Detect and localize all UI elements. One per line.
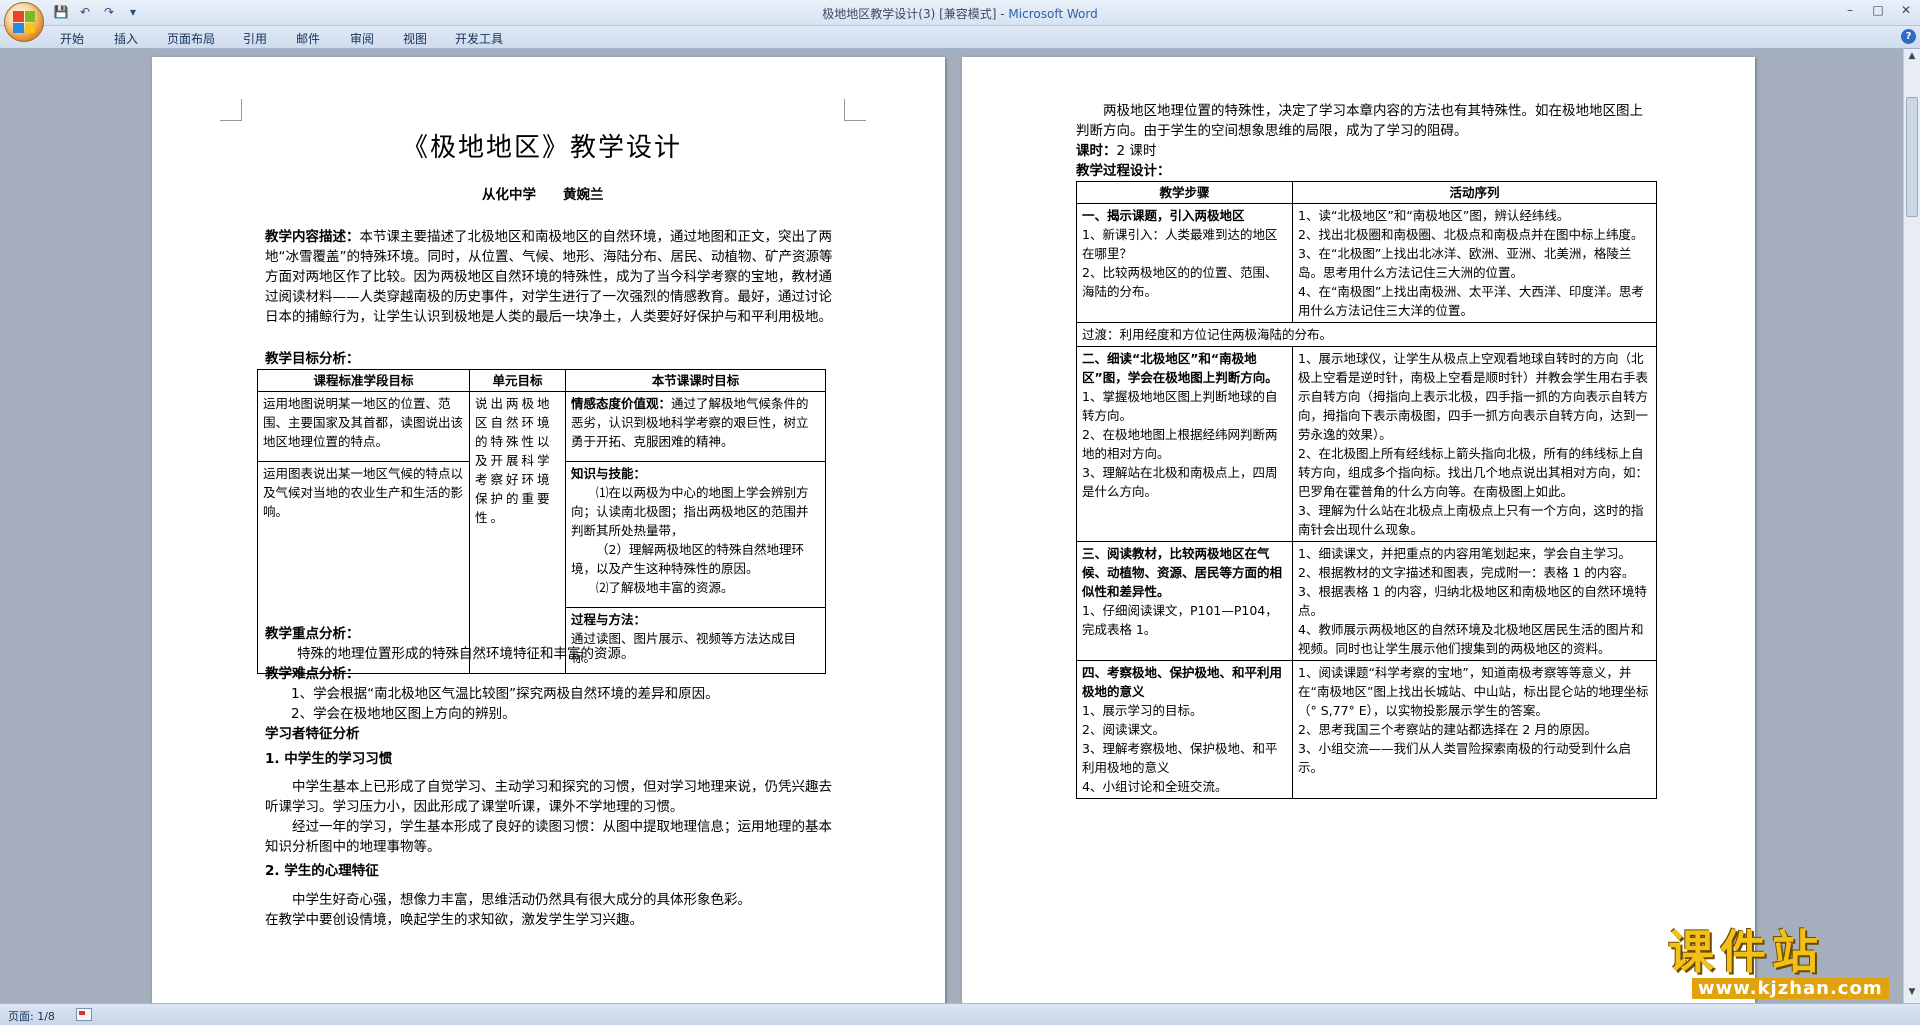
maximize-button[interactable]: □ bbox=[1864, 0, 1892, 20]
period-line: 课时：2 课时 bbox=[1076, 141, 1156, 161]
close-button[interactable]: ✕ bbox=[1892, 0, 1920, 20]
activity-cell: 1、展示地球仪，让学生从极点上空观看地球自转时的方向（北极上空看是逆时针，南极上… bbox=[1292, 346, 1657, 542]
period-value: 2 课时 bbox=[1116, 143, 1157, 159]
process-table: 教学步骤 活动序列 一、揭示课题，引入两极地区 1、新课引入：人类最难到达的地区… bbox=[1076, 181, 1657, 799]
knowledge-item: ⑴在以两极为中心的地图上学会辨别方向；认读南北极图；指出两极地区的范围并判断其所… bbox=[571, 485, 809, 538]
tab-page-layout[interactable]: 页面布局 bbox=[167, 30, 215, 47]
activity-cell: 1、细读课文，并把重点的内容用笔划起来，学会自主学习。 2、根据教材的文字描述和… bbox=[1292, 541, 1657, 661]
tab-references[interactable]: 引用 bbox=[243, 30, 267, 47]
app-name: Microsoft Word bbox=[1008, 7, 1098, 21]
process-label: 教学过程设计： bbox=[1076, 163, 1171, 179]
key-text: 特殊的地理位置形成的特殊自然环境特征和丰富的资源。 bbox=[297, 646, 635, 662]
psych-title: 2. 学生的心理特征 bbox=[265, 863, 379, 879]
psych-paragraph: 在教学中要创设情境，唤起学生的求知欲，激发学生学习兴趣。 bbox=[265, 912, 643, 928]
page-2[interactable]: 两极地区地理位置的特殊性，决定了学习本章内容的方法也有其特殊性。如在极地地区图上… bbox=[962, 57, 1755, 1003]
step-text: 1、新课引入：人类最难到达的地区在哪里？ 2、比较两极地区的的位置、范围、海陆的… bbox=[1082, 227, 1278, 299]
step-text: 1、掌握极地地区图上判断地球的自转方向。 2、在极地地图上根据经纬网判断两地的相… bbox=[1082, 389, 1278, 499]
emotion-title: 情感态度价值观： bbox=[571, 396, 672, 411]
habit-paragraph: 经过一年的学习，学生基本形成了良好的读图习惯：从图中提取地理信息；运用地理的基本… bbox=[265, 819, 832, 855]
activity-cell: 1、读“北极地区”和“南极地区”图，辨认经纬线。 2、找出北极圈和南极圈、北极点… bbox=[1292, 203, 1657, 323]
step-cell: 一、揭示课题，引入两极地区 1、新课引入：人类最难到达的地区在哪里？ 2、比较两… bbox=[1076, 203, 1293, 323]
step-title: 一、揭示课题，引入两极地区 bbox=[1082, 208, 1245, 223]
document-heading: 《极地地区》教学设计 bbox=[402, 133, 683, 163]
window-title: 极地地区教学设计(3) [兼容模式] - Microsoft Word bbox=[0, 5, 1920, 22]
tab-view[interactable]: 视图 bbox=[403, 30, 427, 47]
document-title: 极地地区教学设计(3) [兼容模式] - bbox=[822, 7, 1009, 21]
scroll-down-icon[interactable]: ▼ bbox=[1906, 987, 1918, 1001]
step-title: 二、细读“北极地区”和“南极地区”图，学会在极地图上判断方向。 bbox=[1082, 351, 1278, 385]
page-1[interactable]: 《极地地区》教学设计 从化中学 黄婉兰 教学内容描述：本节课主要描述了北极地区和… bbox=[152, 57, 945, 1003]
status-bar: 页面: 1/8 bbox=[0, 1003, 1920, 1025]
help-icon[interactable]: ? bbox=[1901, 29, 1916, 44]
title-bar: 💾 ↶ ↷ ▾ 极地地区教学设计(3) [兼容模式] - Microsoft W… bbox=[0, 0, 1920, 26]
tab-mailings[interactable]: 邮件 bbox=[296, 30, 320, 47]
process-title: 过程与方法： bbox=[571, 612, 647, 628]
vertical-scrollbar[interactable]: ▲ ▼ bbox=[1903, 49, 1920, 1003]
goal-table-header: 课程标准学段目标 bbox=[257, 369, 470, 392]
step-title: 三、阅读教材，比较两极地区在气候、动植物、资源、居民等方面的相似性和差异性。 bbox=[1082, 546, 1283, 599]
site-watermark: 课件站 www.kjzhan.com bbox=[1668, 926, 1904, 1000]
page-indicator[interactable]: 页面: 1/8 bbox=[8, 1008, 55, 1024]
crop-mark bbox=[220, 99, 242, 121]
step-cell: 四、考察极地、保护极地、和平利用极地的意义 1、展示学习的目标。 2、阅读课文。… bbox=[1076, 660, 1293, 799]
step-cell: 三、阅读教材，比较两极地区在气候、动植物、资源、居民等方面的相似性和差异性。 1… bbox=[1076, 541, 1293, 661]
difficulty-label: 教学难点分析： bbox=[265, 666, 360, 682]
habit-paragraph: 中学生基本上已形成了自觉学习、主动学习和探究的习惯，但对学习地理来说，仍凭兴趣去… bbox=[265, 779, 832, 815]
goal-label: 教学目标分析： bbox=[265, 351, 360, 367]
knowledge-goal-cell: 知识与技能： ⑴在以两极为中心的地图上学会辨别方向；认读南北极图；指出两极地区的… bbox=[565, 460, 826, 609]
watermark-logo: 课件站 bbox=[1668, 925, 1824, 979]
psych-paragraph: 中学生好奇心强，想像力丰富，思维活动仍然具有很大成分的具体形象色彩。 bbox=[292, 892, 751, 908]
emotion-goal-cell: 情感态度价值观：通过了解极地气候条件的恶劣，认识到极地科学考察的艰巨性，树立勇于… bbox=[565, 391, 826, 462]
proofing-icon[interactable] bbox=[76, 1008, 92, 1021]
knowledge-title: 知识与技能： bbox=[571, 466, 647, 481]
tab-home[interactable]: 开始 bbox=[60, 30, 84, 47]
step-cell: 二、细读“北极地区”和“南极地区”图，学会在极地图上判断方向。 1、掌握极地地区… bbox=[1076, 346, 1293, 542]
habit-title: 1. 中学生的学习习惯 bbox=[265, 751, 393, 767]
scroll-up-icon[interactable]: ▲ bbox=[1906, 51, 1918, 65]
transition-row: 过渡：利用经度和方位记住两极海陆的分布。 bbox=[1076, 322, 1657, 347]
knowledge-item: （2）理解两极地区的特殊自然地理环境，以及产生这种特殊性的原因。 bbox=[571, 542, 804, 576]
window-controls: – □ ✕ bbox=[1836, 0, 1920, 20]
step-text: 1、仔细阅读课文，P101—P104，完成表格 1。 bbox=[1082, 603, 1278, 637]
difficulty-item: 1、学会根据“南北极地区气温比较图”探究两极自然环境的差异和原因。 bbox=[291, 686, 719, 702]
step-title: 四、考察极地、保护极地、和平利用极地的意义 bbox=[1082, 665, 1283, 699]
tab-review[interactable]: 审阅 bbox=[350, 30, 374, 47]
key-label: 教学重点分析： bbox=[265, 626, 360, 642]
goal-table-header: 本节课课时目标 bbox=[565, 369, 826, 392]
step-text: 1、展示学习的目标。 2、阅读课文。 3、理解考察极地、保护极地、和平利用极地的… bbox=[1082, 703, 1278, 794]
scrollbar-thumb[interactable] bbox=[1906, 97, 1918, 217]
document-workspace: 《极地地区》教学设计 从化中学 黄婉兰 教学内容描述：本节课主要描述了北极地区和… bbox=[0, 49, 1920, 1003]
learner-label: 学习者特征分析 bbox=[265, 726, 360, 742]
period-label: 课时： bbox=[1076, 143, 1117, 159]
content-desc-label: 教学内容描述： bbox=[265, 229, 360, 245]
process-table-header: 活动序列 bbox=[1292, 181, 1657, 204]
office-logo-icon bbox=[13, 11, 35, 33]
process-table-header: 教学步骤 bbox=[1076, 181, 1293, 204]
goal-table-header: 单元目标 bbox=[469, 369, 566, 392]
knowledge-item: ⑵了解极地丰富的资源。 bbox=[596, 580, 734, 595]
author-line: 从化中学 黄婉兰 bbox=[482, 187, 604, 203]
tab-developer[interactable]: 开发工具 bbox=[455, 30, 503, 47]
ribbon-tab-bar: 开始 插入 页面布局 引用 邮件 审阅 视图 开发工具 ? bbox=[0, 26, 1920, 49]
office-button[interactable] bbox=[4, 2, 44, 42]
tab-insert[interactable]: 插入 bbox=[114, 30, 138, 47]
unit-goal-cell: 说出两极地区自然环境的特殊性以及开展科学考察好环境保护的重要性。 bbox=[469, 391, 566, 674]
watermark-url: www.kjzhan.com bbox=[1692, 978, 1889, 999]
minimize-button[interactable]: – bbox=[1836, 0, 1864, 20]
crop-mark bbox=[844, 99, 866, 121]
intro-paragraph: 两极地区地理位置的特殊性，决定了学习本章内容的方法也有其特殊性。如在极地地区图上… bbox=[1076, 103, 1643, 139]
difficulty-item: 2、学会在极地地区图上方向的辨别。 bbox=[291, 706, 516, 722]
activity-cell: 1、阅读课题“科学考察的宝地”，知道南极考察等等意义，并在“南极地区”图上找出长… bbox=[1292, 660, 1657, 799]
std-goal-cell: 运用地图说明某一地区的位置、范围、主要国家及其首都，读图说出该地区地理位置的特点… bbox=[257, 391, 470, 462]
content-description: 教学内容描述：本节课主要描述了北极地区和南极地区的自然环境，通过地图和正文，突出… bbox=[265, 227, 845, 327]
